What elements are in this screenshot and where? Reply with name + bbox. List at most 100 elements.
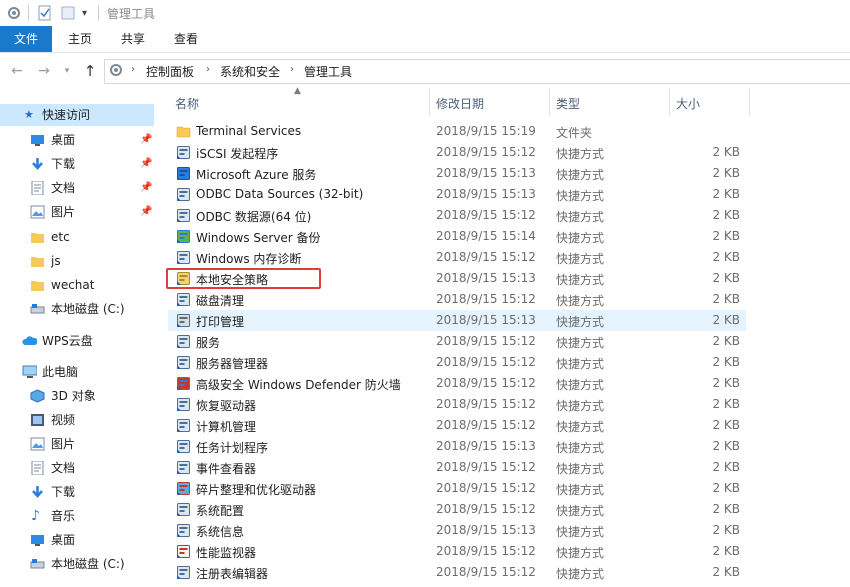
- table-row[interactable]: iSCSI 发起程序 2018/9/15 15:12 快捷方式 2 KB: [168, 142, 746, 163]
- column-header-type[interactable]: 类型: [556, 95, 580, 111]
- column-header-date[interactable]: 修改日期: [436, 95, 484, 111]
- file-type: 文件夹: [556, 126, 593, 140]
- sidebar-item-documents[interactable]: 文档 📌: [0, 177, 154, 199]
- back-arrow-icon[interactable]: ←: [9, 63, 25, 79]
- sidebar-item-label: 图片: [51, 437, 76, 451]
- table-row[interactable]: 高级安全 Windows Defender 防火墙 2018/9/15 15:12…: [168, 373, 746, 394]
- breadcrumb-admin-tools[interactable]: 管理工具: [304, 63, 352, 80]
- table-row[interactable]: Terminal Services 2018/9/15 15:19 文件夹: [168, 121, 746, 142]
- sidebar-item-pc-desktop[interactable]: 桌面: [0, 529, 154, 551]
- file-type: 快捷方式: [556, 420, 605, 434]
- defrag-icon: [177, 482, 190, 495]
- file-name: Windows 内存诊断: [196, 252, 302, 266]
- sidebar-item-pictures[interactable]: 图片 📌: [0, 201, 154, 223]
- download-arrow-icon: [32, 486, 43, 498]
- column-divider[interactable]: [549, 88, 550, 116]
- file-date: 2018/9/15 15:14: [436, 229, 536, 243]
- tab-home[interactable]: 主页: [56, 26, 104, 52]
- breadcrumb-chevron-icon[interactable]: ›: [290, 64, 294, 75]
- file-date: 2018/9/15 15:13: [436, 166, 536, 180]
- sidebar-item-pc-pictures[interactable]: 图片: [0, 433, 154, 455]
- sidebar-item-quick-access[interactable]: ★ 快速访问: [0, 104, 154, 126]
- music-note-icon: ♪: [31, 508, 40, 524]
- table-row[interactable]: 碎片整理和优化驱动器 2018/9/15 15:12 快捷方式 2 KB: [168, 478, 746, 499]
- file-date: 2018/9/15 15:13: [436, 439, 536, 453]
- sidebar-item-pc-downloads[interactable]: 下载: [0, 481, 154, 503]
- pin-icon[interactable]: 📌: [140, 129, 152, 151]
- system-info-icon: [177, 524, 190, 537]
- annotation-highlight-box: [166, 268, 321, 289]
- sidebar-item-etc[interactable]: etc: [0, 226, 154, 248]
- pin-icon[interactable]: 📌: [140, 201, 152, 223]
- table-row[interactable]: Windows 内存诊断 2018/9/15 15:12 快捷方式 2 KB: [168, 247, 746, 268]
- breadcrumb-system-security[interactable]: 系统和安全: [220, 63, 280, 80]
- sidebar-item-pc-local-disk-c[interactable]: 本地磁盘 (C:): [0, 553, 154, 575]
- table-row[interactable]: 性能监视器 2018/9/15 15:12 快捷方式 2 KB: [168, 541, 746, 562]
- table-row[interactable]: 系统信息 2018/9/15 15:13 快捷方式 2 KB: [168, 520, 746, 541]
- file-name: 磁盘清理: [196, 294, 245, 308]
- column-header-name[interactable]: 名称: [175, 95, 199, 111]
- recent-locations-icon[interactable]: ▾: [59, 63, 75, 79]
- file-size: 2 KB: [712, 544, 740, 558]
- sidebar-item-local-disk-c[interactable]: 本地磁盘 (C:): [0, 298, 154, 320]
- file-type: 快捷方式: [556, 336, 605, 350]
- table-row[interactable]: 服务 2018/9/15 15:12 快捷方式 2 KB: [168, 331, 746, 352]
- table-row[interactable]: ODBC Data Sources (32-bit) 2018/9/15 15:1…: [168, 184, 746, 205]
- column-header-size[interactable]: 大小: [676, 95, 700, 111]
- file-date: 2018/9/15 15:13: [436, 313, 536, 327]
- tab-view[interactable]: 查看: [162, 26, 210, 52]
- event-viewer-icon: [177, 461, 190, 474]
- table-row[interactable]: 磁盘清理 2018/9/15 15:12 快捷方式 2 KB: [168, 289, 746, 310]
- up-arrow-icon[interactable]: ↑: [82, 63, 98, 79]
- table-row[interactable]: Microsoft Azure 服务 2018/9/15 15:13 快捷方式 2 K…: [168, 163, 746, 184]
- sidebar-item-music[interactable]: ♪ 音乐: [0, 505, 154, 527]
- sidebar-item-label: 本地磁盘 (C:): [51, 557, 125, 571]
- table-row[interactable]: ODBC 数据源(64 位) 2018/9/15 15:12 快捷方式 2 KB: [168, 205, 746, 226]
- sidebar-item-js[interactable]: js: [0, 250, 154, 272]
- sidebar-item-downloads[interactable]: 下载 📌: [0, 153, 154, 175]
- sidebar-item-videos[interactable]: 视频: [0, 409, 154, 431]
- file-type: 快捷方式: [556, 315, 605, 329]
- sidebar-item-desktop[interactable]: 桌面 📌: [0, 129, 154, 151]
- tab-share[interactable]: 共享: [108, 26, 158, 52]
- column-divider[interactable]: [749, 88, 750, 116]
- breadcrumb-chevron-icon[interactable]: ›: [206, 64, 210, 75]
- sidebar-item-wechat[interactable]: wechat: [0, 274, 154, 296]
- new-folder-icon[interactable]: [60, 5, 76, 21]
- table-row[interactable]: 恢复驱动器 2018/9/15 15:12 快捷方式 2 KB: [168, 394, 746, 415]
- table-row[interactable]: 注册表编辑器 2018/9/15 15:12 快捷方式 2 KB: [168, 562, 746, 583]
- file-date: 2018/9/15 15:12: [436, 250, 536, 264]
- address-bar[interactable]: [104, 59, 850, 84]
- sidebar-item-pc-documents[interactable]: 文档: [0, 457, 154, 479]
- table-row[interactable]: 系统配置 2018/9/15 15:12 快捷方式 2 KB: [168, 499, 746, 520]
- table-row[interactable]: Windows Server 备份 2018/9/15 15:14 快捷方式 2 KB: [168, 226, 746, 247]
- breadcrumb-control-panel[interactable]: 控制面板: [146, 63, 194, 80]
- properties-icon[interactable]: [37, 5, 53, 21]
- pin-icon[interactable]: 📌: [140, 177, 152, 199]
- sidebar-item-label: 此电脑: [42, 365, 79, 379]
- file-name: 打印管理: [196, 315, 245, 329]
- tab-file[interactable]: 文件: [0, 26, 52, 52]
- column-divider[interactable]: [669, 88, 670, 116]
- table-row[interactable]: 任务计划程序 2018/9/15 15:13 快捷方式 2 KB: [168, 436, 746, 457]
- sidebar-item-this-pc[interactable]: 此电脑: [0, 361, 154, 383]
- sidebar-item-label: 桌面: [51, 133, 76, 147]
- table-row[interactable]: 服务器管理器 2018/9/15 15:12 快捷方式 2 KB: [168, 352, 746, 373]
- column-divider[interactable]: [429, 88, 430, 116]
- file-name: ODBC 数据源(64 位): [196, 210, 312, 224]
- table-row[interactable]: 事件查看器 2018/9/15 15:12 快捷方式 2 KB: [168, 457, 746, 478]
- file-size: 2 KB: [712, 565, 740, 579]
- breadcrumb-chevron-icon[interactable]: ›: [131, 64, 135, 75]
- services-icon: [177, 335, 190, 348]
- forward-arrow-icon[interactable]: →: [36, 63, 52, 79]
- pin-icon[interactable]: 📌: [140, 153, 152, 175]
- customize-toolbar-icon[interactable]: ▾: [82, 5, 87, 21]
- table-row[interactable]: 打印管理 2018/9/15 15:13 快捷方式 2 KB: [168, 310, 746, 331]
- regedit-icon: [177, 566, 190, 579]
- sidebar-item-3d-objects[interactable]: 3D 对象: [0, 385, 154, 407]
- sidebar-item-wps-cloud[interactable]: WPS云盘: [0, 330, 154, 352]
- table-row[interactable]: 计算机管理 2018/9/15 15:12 快捷方式 2 KB: [168, 415, 746, 436]
- sidebar-item-label: 图片: [51, 205, 76, 219]
- file-name: 碎片整理和优化驱动器: [196, 483, 317, 497]
- window-title: 管理工具: [107, 7, 156, 21]
